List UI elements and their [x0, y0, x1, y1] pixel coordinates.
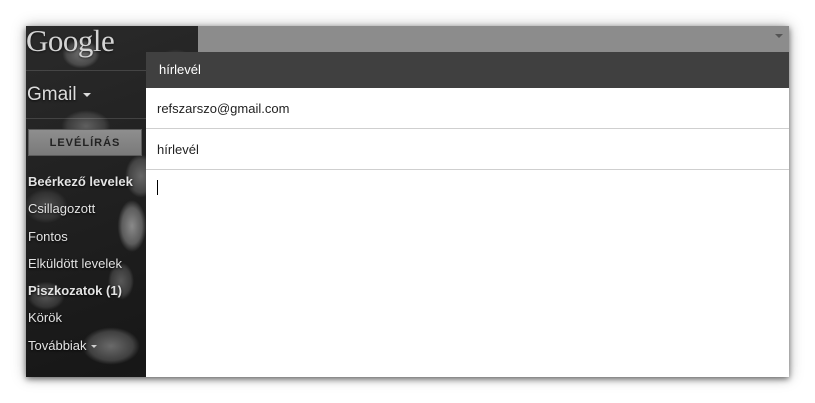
chevron-down-icon[interactable] — [775, 34, 783, 38]
sidebar-item-drafts[interactable]: Piszkozatok (1) — [28, 277, 146, 304]
app-switcher-label: Gmail — [27, 84, 77, 105]
to-field[interactable] — [146, 88, 789, 129]
sidebar-item-important[interactable]: Fontos — [28, 223, 146, 250]
gmail-app-switcher[interactable]: Gmail — [27, 84, 91, 106]
sidebar-item-sent[interactable]: Elküldött levelek — [28, 250, 146, 277]
text-cursor — [157, 180, 158, 195]
top-search-bar[interactable] — [198, 26, 789, 53]
gmail-window: Google Gmail LEVÉLÍRÁS Beérkező levelek … — [26, 26, 789, 377]
subject-field[interactable] — [146, 129, 789, 170]
to-input[interactable] — [157, 100, 758, 116]
sidebar-item-more-label: Továbbiak — [28, 337, 87, 353]
caret-down-icon — [90, 344, 97, 348]
compose-window: hírlevél — [146, 52, 789, 377]
divider — [26, 118, 146, 119]
sidebar-nav: Beérkező levelek Csillagozott Fontos Elk… — [28, 168, 146, 359]
google-logo: Google — [26, 26, 115, 58]
subject-input[interactable] — [157, 141, 758, 157]
message-body[interactable] — [146, 170, 789, 377]
sidebar-item-starred[interactable]: Csillagozott — [28, 195, 146, 222]
compose-title[interactable]: hírlevél — [146, 52, 789, 88]
divider — [26, 70, 146, 71]
sidebar-item-more[interactable]: Továbbiak — [28, 332, 146, 359]
sidebar-item-inbox[interactable]: Beérkező levelek — [28, 168, 146, 195]
caret-down-icon — [82, 93, 91, 97]
sidebar-item-circles[interactable]: Körök — [28, 304, 146, 331]
compose-button[interactable]: LEVÉLÍRÁS — [28, 129, 142, 156]
